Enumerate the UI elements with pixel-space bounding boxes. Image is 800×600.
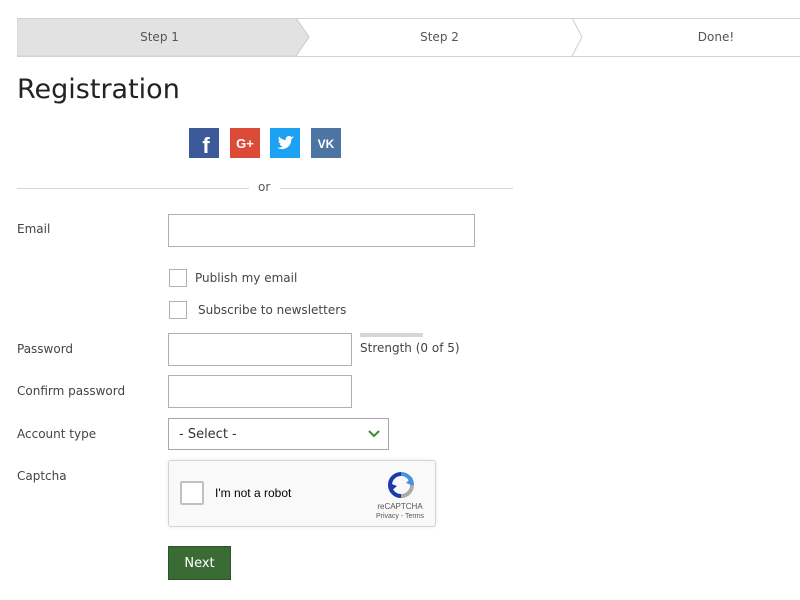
step-1-label: Step 1 [140,30,179,44]
step-progress: Step 1 Step 2 Done! [17,18,800,57]
recaptcha-widget: I'm not a robot reCAPTCHA Privacy - Term… [168,460,436,527]
recaptcha-brand: reCAPTCHA [377,502,423,511]
captcha-label: Captcha [17,469,67,483]
divider-right [280,188,513,189]
subscribe-newsletter-label: Subscribe to newsletters [198,303,347,317]
google-plus-login-button[interactable]: G+ [230,128,260,158]
divider-left [17,188,249,189]
password-strength-text: Strength (0 of 5) [360,341,460,355]
account-type-label: Account type [17,427,97,441]
page-title: Registration [17,74,180,105]
vk-icon: VK [311,128,341,158]
facebook-icon: f [189,128,219,158]
email-field[interactable] [168,214,475,247]
account-type-select[interactable]: - Select - [168,418,389,450]
recaptcha-checkbox-label: I'm not a robot [215,486,292,500]
vk-login-button[interactable]: VK [311,128,341,158]
svg-text:VK: VK [318,137,335,151]
password-label: Password [17,342,74,356]
password-strength-bar [360,333,423,337]
or-separator: or [258,180,271,194]
confirm-password-label: Confirm password [17,384,126,398]
google-plus-icon: G+ [230,128,260,158]
recaptcha-checkbox[interactable] [180,481,204,505]
twitter-login-button[interactable] [270,128,300,158]
svg-text:f: f [202,133,210,158]
step-2-label: Step 2 [420,30,459,44]
subscribe-newsletter-checkbox[interactable] [169,301,187,319]
email-label: Email [17,222,51,236]
facebook-login-button[interactable]: f [189,128,219,158]
chevron-down-icon [368,430,380,438]
recaptcha-links[interactable]: Privacy - Terms [369,513,431,520]
account-type-value: - Select - [179,427,237,442]
recaptcha-logo-icon [387,472,414,498]
confirm-password-field[interactable] [168,375,352,408]
publish-email-checkbox[interactable] [169,269,187,287]
next-button[interactable]: Next [168,546,231,580]
svg-text:G+: G+ [236,136,254,151]
step-done-label: Done! [697,30,735,44]
publish-email-label: Publish my email [195,271,298,285]
twitter-icon [270,128,300,158]
password-field[interactable] [168,333,352,366]
